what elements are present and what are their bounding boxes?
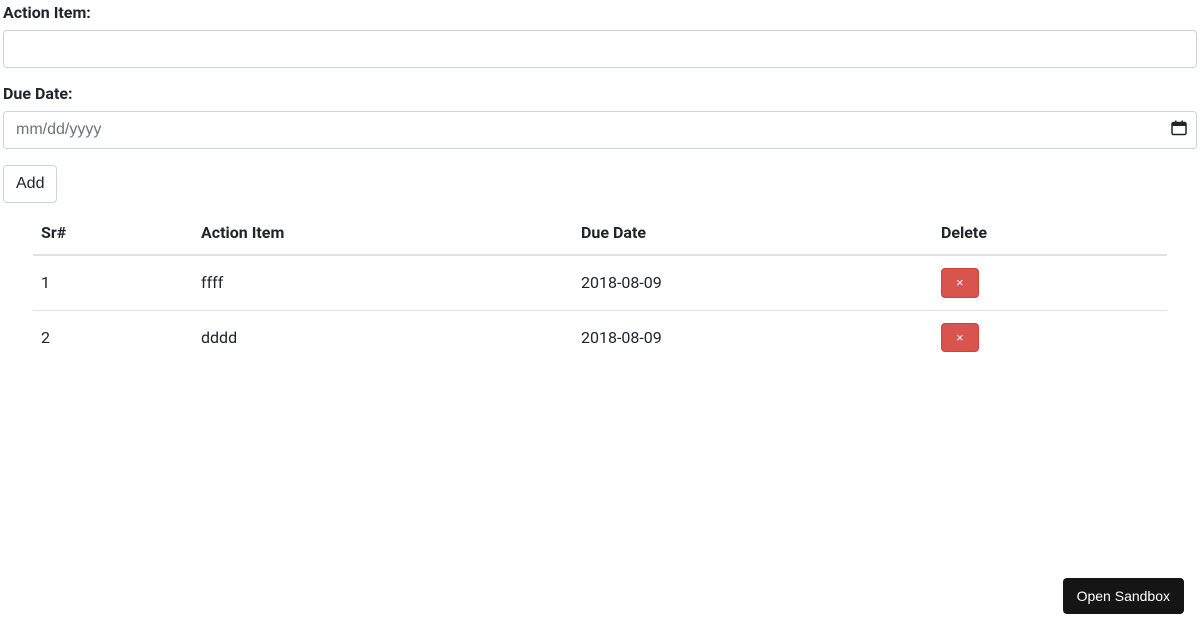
- table-header-sr: Sr#: [33, 211, 193, 255]
- close-icon: ×: [956, 330, 964, 345]
- delete-button[interactable]: ×: [941, 268, 979, 298]
- due-date-label: Due Date:: [3, 84, 1197, 103]
- due-date-input[interactable]: [3, 111, 1197, 149]
- action-item-input[interactable]: [3, 30, 1197, 68]
- cell-action-item: dddd: [193, 310, 573, 364]
- add-button[interactable]: Add: [3, 165, 57, 203]
- delete-button[interactable]: ×: [941, 323, 979, 353]
- open-sandbox-button[interactable]: Open Sandbox: [1063, 578, 1184, 614]
- action-item-label: Action Item:: [3, 3, 1197, 22]
- table-row: 1 ffff 2018-08-09 ×: [33, 255, 1167, 310]
- cell-action-item: ffff: [193, 255, 573, 310]
- cell-due-date: 2018-08-09: [573, 255, 933, 310]
- table-row: 2 dddd 2018-08-09 ×: [33, 310, 1167, 364]
- cell-sr: 2: [33, 310, 193, 364]
- cell-sr: 1: [33, 255, 193, 310]
- action-items-table: Sr# Action Item Due Date Delete 1 ffff 2…: [33, 211, 1167, 364]
- cell-due-date: 2018-08-09: [573, 310, 933, 364]
- table-header-due-date: Due Date: [573, 211, 933, 255]
- table-header-action-item: Action Item: [193, 211, 573, 255]
- close-icon: ×: [956, 275, 964, 290]
- table-header-delete: Delete: [933, 211, 1167, 255]
